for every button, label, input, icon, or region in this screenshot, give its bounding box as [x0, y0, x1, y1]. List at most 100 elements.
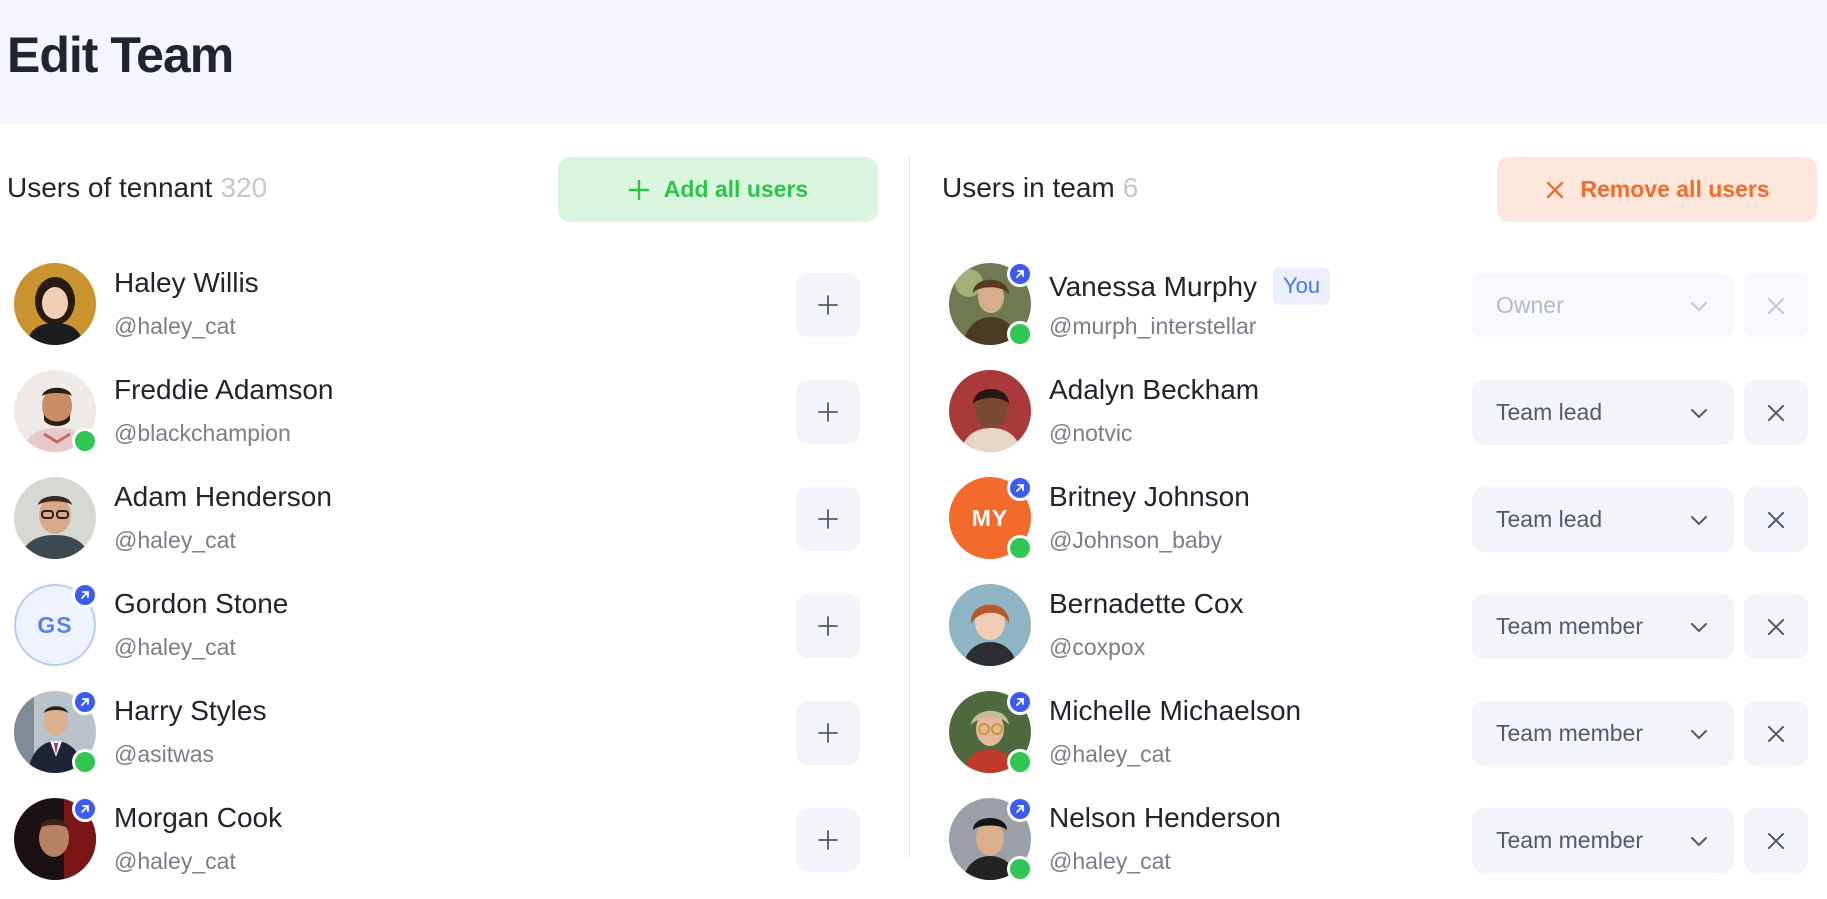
chevron-down-icon	[1691, 516, 1707, 526]
online-status-icon	[1007, 749, 1033, 775]
avatar	[14, 689, 98, 775]
add-all-users-button[interactable]: Add all users	[558, 157, 878, 222]
admin-badge-icon	[72, 582, 98, 608]
page-title: Edit Team	[7, 27, 234, 83]
remove-user-button[interactable]	[1744, 701, 1808, 766]
remove-user-button[interactable]	[1744, 380, 1808, 445]
plus-icon	[818, 295, 838, 315]
role-select-value: Team lead	[1496, 399, 1603, 425]
chevron-down-icon	[1691, 623, 1707, 633]
user-name: Gordon Stone	[114, 588, 289, 619]
tenant-users-label: Users of tennant	[7, 172, 213, 203]
user-name: Britney Johnson	[1049, 481, 1250, 512]
avatar: GS	[14, 582, 98, 666]
admin-badge-icon	[1007, 689, 1033, 715]
role-select[interactable]: Team lead	[1472, 487, 1734, 552]
avatar	[14, 477, 96, 559]
role-select[interactable]: Team lead	[1472, 380, 1734, 445]
remove-all-users-button[interactable]: Remove all users	[1497, 157, 1817, 222]
close-icon	[1768, 511, 1784, 528]
online-status-icon	[1007, 535, 1033, 561]
chevron-down-icon	[1691, 837, 1707, 847]
remove-user-button[interactable]	[1744, 487, 1808, 552]
avatar: MY	[949, 475, 1033, 561]
avatar	[14, 370, 98, 454]
you-badge: You	[1273, 267, 1331, 305]
user-handle: @haley_cat	[1049, 741, 1171, 767]
list-item: Adalyn Beckham @notvic Team lead	[949, 364, 1819, 471]
close-icon	[1547, 181, 1564, 198]
team-users-count: 6	[1122, 172, 1139, 203]
team-users-label: Users in team	[942, 172, 1115, 203]
close-icon	[1768, 404, 1784, 421]
user-handle: @coxpox	[1049, 634, 1146, 660]
remove-user-button[interactable]	[1744, 808, 1808, 873]
list-item: Haley Willis @haley_cat	[14, 257, 864, 364]
admin-badge-icon	[72, 689, 98, 715]
chevron-down-icon	[1691, 730, 1707, 740]
role-select-value: Team member	[1496, 827, 1643, 853]
online-status-icon	[72, 428, 98, 454]
user-handle: @haley_cat	[114, 313, 236, 339]
user-handle: @notvic	[1049, 420, 1133, 446]
user-handle: @haley_cat	[1049, 848, 1171, 874]
list-item: Adam Henderson @haley_cat	[14, 471, 864, 578]
user-name: Haley Willis	[114, 267, 259, 298]
close-icon	[1768, 832, 1784, 849]
user-handle: @haley_cat	[114, 634, 236, 660]
chevron-down-icon	[1691, 302, 1707, 312]
remove-user-button[interactable]	[1744, 273, 1808, 338]
avatar	[949, 584, 1031, 666]
user-handle: @haley_cat	[114, 848, 236, 874]
user-handle: @asitwas	[114, 741, 215, 767]
add-all-users-label: Add all users	[663, 176, 809, 202]
admin-badge-icon	[1007, 796, 1033, 822]
add-user-button[interactable]	[796, 487, 860, 551]
plus-icon	[818, 830, 838, 850]
team-users-title: Users in team 6	[942, 172, 1138, 204]
user-name: Morgan Cook	[114, 802, 283, 833]
list-item: Michelle Michaelson @haley_cat Team memb…	[949, 685, 1819, 792]
add-user-button[interactable]	[796, 273, 860, 337]
list-item: Nelson Henderson @haley_cat Team member	[949, 792, 1819, 899]
page-header: Edit Team	[0, 0, 1827, 124]
add-user-button[interactable]	[796, 808, 860, 872]
avatar	[14, 263, 96, 345]
list-item: Freddie Adamson @blackchampion	[14, 364, 864, 471]
list-item: GS Gordon Stone @haley_cat	[14, 578, 864, 685]
close-icon	[1768, 618, 1784, 635]
user-name: Adam Henderson	[114, 481, 332, 512]
role-select[interactable]: Team member	[1472, 701, 1734, 766]
role-select-value: Team member	[1496, 613, 1643, 639]
user-name: Harry Styles	[114, 695, 267, 726]
avatar	[949, 689, 1033, 775]
avatar	[949, 370, 1031, 452]
role-select[interactable]: Owner	[1472, 273, 1734, 338]
user-handle: @Johnson_baby	[1049, 527, 1222, 553]
column-divider	[909, 156, 910, 858]
list-item: Morgan Cook @haley_cat	[14, 792, 864, 899]
user-handle: @murph_interstellar	[1049, 313, 1257, 339]
user-name-text: Vanessa Murphy	[1049, 271, 1258, 302]
avatar	[14, 796, 98, 880]
user-handle: @haley_cat	[114, 527, 236, 553]
list-item: MY Britney Johnson @Johnson_baby Team le…	[949, 471, 1819, 578]
add-user-button[interactable]	[796, 594, 860, 658]
remove-user-button[interactable]	[1744, 594, 1808, 659]
plus-icon	[818, 616, 838, 636]
role-select-value: Owner	[1496, 292, 1564, 318]
team-user-list: Vanessa Murphy You @murph_interstellar Ow…	[949, 257, 1819, 899]
role-select[interactable]: Team member	[1472, 594, 1734, 659]
close-icon	[1768, 297, 1784, 314]
online-status-icon	[72, 749, 98, 775]
list-item: Bernadette Cox @coxpox Team member	[949, 578, 1819, 685]
chevron-down-icon	[1691, 409, 1707, 419]
plus-icon	[818, 509, 838, 529]
plus-icon	[818, 723, 838, 743]
add-user-button[interactable]	[796, 701, 860, 765]
role-select[interactable]: Team member	[1472, 808, 1734, 873]
add-user-button[interactable]	[796, 380, 860, 444]
close-icon	[1768, 725, 1784, 742]
user-name: Michelle Michaelson	[1049, 695, 1302, 726]
plus-icon	[628, 179, 649, 200]
